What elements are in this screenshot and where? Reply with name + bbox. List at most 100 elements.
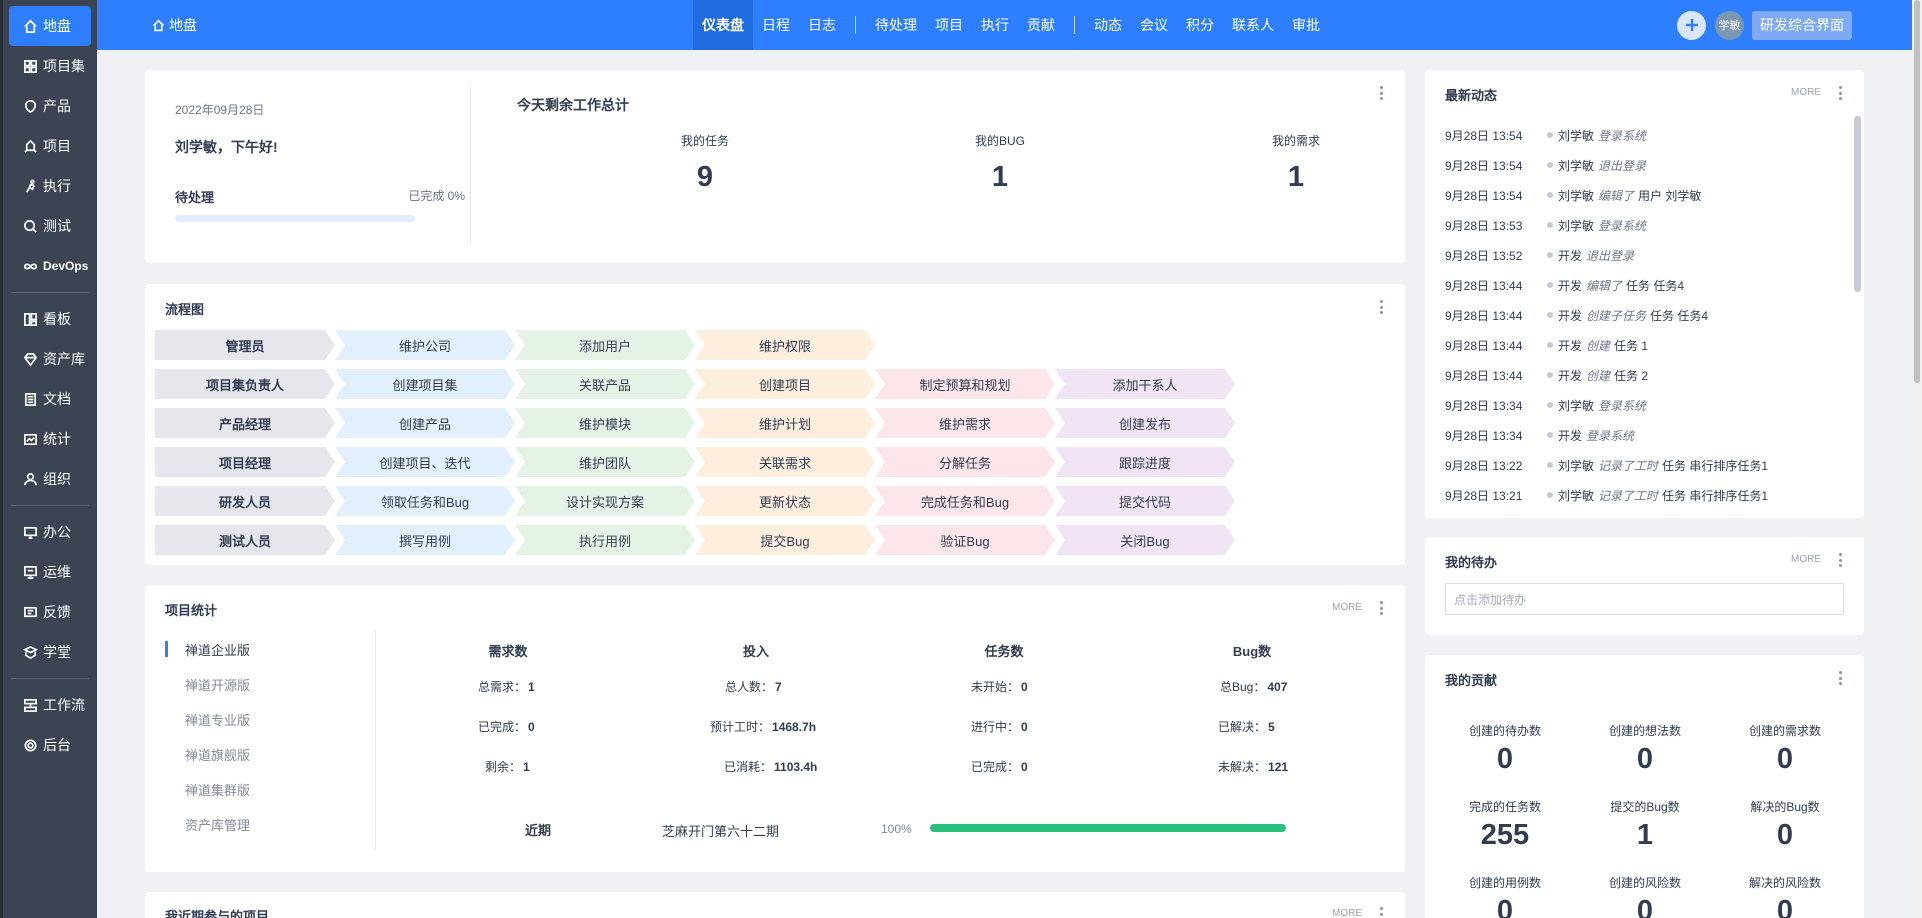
flow-step[interactable]: 制定预算和规划 — [875, 369, 1055, 399]
flow-step[interactable]: 验证Bug — [875, 525, 1055, 555]
add-todo-input[interactable]: 点击添加待办 — [1445, 583, 1844, 615]
flow-step[interactable]: 添加用户 — [515, 330, 695, 360]
activity-target[interactable]: 用户 刘学敏 — [1638, 187, 1701, 204]
project-tab[interactable]: 禅道开源版 — [185, 675, 250, 694]
create-button[interactable] — [1677, 10, 1706, 40]
flow-step[interactable]: 创建项目集 — [335, 369, 515, 399]
flow-step[interactable]: 创建产品 — [335, 408, 515, 438]
project-tab[interactable]: 禅道企业版 — [185, 640, 250, 659]
activity-item[interactable]: 9月28日 13:54 刘学敏 退出登录 — [1445, 150, 1845, 180]
flow-step[interactable]: 维护团队 — [515, 447, 695, 477]
activity-target[interactable]: 任务 1 — [1614, 337, 1648, 354]
sidebar-item-school[interactable]: 学堂 — [9, 632, 91, 672]
sidebar-item-devops[interactable]: DevOps — [9, 246, 91, 286]
flow-step[interactable]: 维护计划 — [695, 408, 875, 438]
more-options-icon[interactable] — [1838, 553, 1842, 567]
flow-step[interactable]: 维护公司 — [335, 330, 515, 360]
recent-execution-name[interactable]: 芝麻开门第六十二期 — [662, 821, 779, 840]
sidebar-item-kanban[interactable]: 看板 — [9, 299, 91, 339]
activity-item[interactable]: 9月28日 13:54 刘学敏 编辑了 用户 刘学敏 — [1445, 180, 1845, 210]
activity-item[interactable]: 9月28日 13:34 刘学敏 登录系统 — [1445, 390, 1845, 420]
more-link[interactable]: MORE — [1791, 554, 1821, 565]
stat-my-tasks[interactable]: 我的任务 9 — [635, 132, 775, 194]
sidebar-item-stats[interactable]: 统计 — [9, 419, 91, 459]
project-tab[interactable]: 禅道集群版 — [185, 780, 250, 799]
more-options-icon[interactable] — [1838, 671, 1842, 685]
nav-project[interactable]: 项目 — [926, 0, 972, 50]
flow-step[interactable]: 设计实现方案 — [515, 486, 695, 516]
more-options-icon[interactable] — [1379, 601, 1383, 615]
stat-my-bugs[interactable]: 我的BUG 1 — [930, 132, 1070, 194]
sidebar-item-feedback[interactable]: 反馈 — [9, 592, 91, 632]
more-link[interactable]: MORE — [1791, 87, 1821, 98]
activity-item[interactable]: 9月28日 13:21 刘学敏 记录了工时 任务 串行排序任务1 — [1445, 480, 1845, 510]
sidebar-item-doc[interactable]: 文档 — [9, 379, 91, 419]
activity-item[interactable]: 9月28日 13:34 开发 登录系统 — [1445, 420, 1845, 450]
sidebar-item-product[interactable]: 产品 — [9, 86, 91, 126]
activity-item[interactable]: 9月28日 13:44 开发 编辑了 任务 任务4 — [1445, 270, 1845, 300]
flow-step[interactable]: 分解任务 — [875, 447, 1055, 477]
flow-step[interactable]: 关联产品 — [515, 369, 695, 399]
more-options-icon[interactable] — [1838, 86, 1842, 100]
nav-log[interactable]: 日志 — [799, 0, 845, 50]
flow-step[interactable]: 关联需求 — [695, 447, 875, 477]
flow-step[interactable]: 跟踪进度 — [1055, 447, 1235, 477]
activity-target[interactable]: 任务 串行排序任务1 — [1662, 457, 1768, 474]
sidebar-item-admin[interactable]: 后台 — [9, 725, 91, 765]
flow-step[interactable]: 更新状态 — [695, 486, 875, 516]
project-tab[interactable]: 禅道旗舰版 — [185, 745, 250, 764]
scroll-thumb[interactable] — [1914, 0, 1920, 383]
project-tab[interactable]: 资产库管理 — [185, 815, 250, 834]
flow-step[interactable]: 添加干系人 — [1055, 369, 1235, 399]
activity-scrollbar[interactable] — [1854, 116, 1861, 292]
avatar[interactable]: 学敏 — [1715, 10, 1744, 40]
project-tab[interactable]: 禅道专业版 — [185, 710, 250, 729]
flow-step[interactable]: 执行用例 — [515, 525, 695, 555]
sidebar-item-execution[interactable]: 执行 — [9, 166, 91, 206]
nav-calendar[interactable]: 日程 — [753, 0, 799, 50]
more-options-icon[interactable] — [1379, 300, 1383, 314]
activity-item[interactable]: 9月28日 13:44 开发 创建 任务 2 — [1445, 360, 1845, 390]
nav-pending[interactable]: 待处理 — [866, 0, 926, 50]
sidebar-item-asset[interactable]: 资产库 — [9, 339, 91, 379]
nav-execution[interactable]: 执行 — [972, 0, 1018, 50]
nav-dynamic[interactable]: 动态 — [1085, 0, 1131, 50]
nav-score[interactable]: 积分 — [1177, 0, 1223, 50]
activity-target[interactable]: 任务 任务4 — [1650, 307, 1708, 324]
flow-step[interactable]: 维护模块 — [515, 408, 695, 438]
sidebar-item-project[interactable]: 项目 — [9, 126, 91, 166]
flow-step[interactable]: 创建项目、迭代 — [335, 447, 515, 477]
sidebar-item-workflow[interactable]: 工作流 — [9, 685, 91, 725]
more-link[interactable]: MORE — [1332, 908, 1362, 918]
activity-item[interactable]: 9月28日 13:52 开发 退出登录 — [1445, 240, 1845, 270]
sidebar-item-test[interactable]: 测试 — [9, 206, 91, 246]
switch-interface-button[interactable]: 研发综合界面 — [1752, 10, 1852, 40]
flow-step[interactable]: 撰写用例 — [335, 525, 515, 555]
nav-contribution[interactable]: 贡献 — [1018, 0, 1064, 50]
sidebar-item-office[interactable]: 办公 — [9, 512, 91, 552]
more-options-icon[interactable] — [1379, 907, 1383, 918]
sidebar-item-program[interactable]: 项目集 — [9, 46, 91, 86]
page-scrollbar[interactable] — [1912, 0, 1922, 918]
nav-contacts[interactable]: 联系人 — [1223, 0, 1283, 50]
sidebar-item-ops[interactable]: 运维 — [9, 552, 91, 592]
flow-step[interactable]: 创建发布 — [1055, 408, 1235, 438]
flow-step[interactable]: 提交Bug — [695, 525, 875, 555]
activity-target[interactable]: 任务 串行排序任务1 — [1662, 487, 1768, 504]
activity-target[interactable]: 任务 任务4 — [1626, 277, 1684, 294]
sidebar-item-org[interactable]: 组织 — [9, 459, 91, 499]
nav-approval[interactable]: 审批 — [1283, 0, 1329, 50]
flow-step[interactable]: 完成任务和Bug — [875, 486, 1055, 516]
flow-step[interactable]: 关闭Bug — [1055, 525, 1235, 555]
flow-step[interactable]: 创建项目 — [695, 369, 875, 399]
flow-step[interactable]: 维护权限 — [695, 330, 875, 360]
flow-step[interactable]: 提交代码 — [1055, 486, 1235, 516]
more-options-icon[interactable] — [1379, 86, 1383, 100]
activity-target[interactable]: 任务 2 — [1614, 367, 1648, 384]
flow-step[interactable]: 领取任务和Bug — [335, 486, 515, 516]
more-link[interactable]: MORE — [1332, 602, 1362, 613]
activity-item[interactable]: 9月28日 13:22 刘学敏 记录了工时 任务 串行排序任务1 — [1445, 450, 1845, 480]
sidebar-item-dashboard[interactable]: 地盘 — [9, 6, 91, 46]
activity-item[interactable]: 9月28日 13:44 开发 创建子任务 任务 任务4 — [1445, 300, 1845, 330]
activity-item[interactable]: 9月28日 13:53 刘学敏 登录系统 — [1445, 210, 1845, 240]
